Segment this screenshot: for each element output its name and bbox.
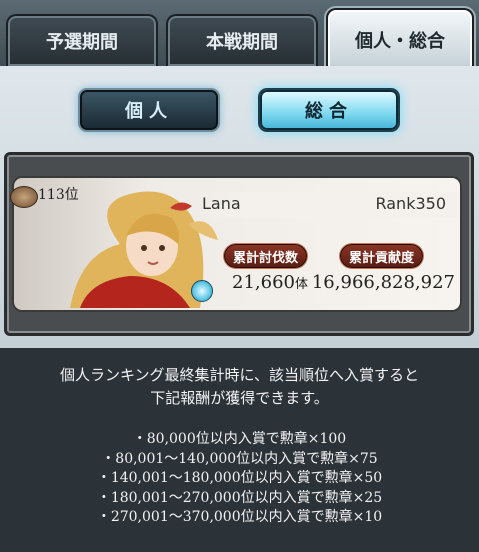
medal-icon	[10, 186, 38, 208]
description-line: 下記報酬が獲得できます。	[150, 389, 329, 407]
player-rank: Rank350	[375, 194, 446, 213]
water-orb-icon	[191, 280, 213, 302]
reward-item: ・80,000位以内入賞で勲章×100	[132, 431, 347, 447]
reward-item: ・270,001〜370,000位以内入賞で勲章×10	[96, 509, 383, 525]
reward-list: ・80,000位以内入賞で勲章×100 ・80,001〜140,000位以内入賞…	[0, 430, 479, 528]
total-contribution-value: 16,966,828,927	[311, 272, 455, 293]
description-line: 個人ランキング最終集計時に、該当順位へ入賞すると	[59, 366, 420, 384]
total-defeats-label: 累計討伐数	[224, 244, 308, 268]
reward-item: ・140,001〜180,000位以内入賞で勲章×50	[96, 470, 383, 486]
rank-position: 113位	[38, 187, 79, 203]
tab-main-period[interactable]: 本戦期間	[166, 14, 318, 66]
reward-description: 個人ランキング最終集計時に、該当順位へ入賞すると 下記報酬が獲得できます。	[0, 364, 479, 410]
player-name: Lana	[202, 194, 241, 213]
tab-individual-overall[interactable]: 個人・総合	[326, 8, 474, 70]
defeats-unit: 体	[294, 277, 308, 292]
individual-button[interactable]: 個人	[80, 90, 218, 130]
total-defeats-value: 21,660体	[232, 272, 308, 293]
reward-item: ・180,001〜270,000位以内入賞で勲章×25	[96, 489, 383, 506]
total-contribution-label: 累計貢献度	[340, 244, 424, 268]
reward-item: ・80,001〜140,000位以内入賞で勲章×75	[101, 450, 378, 467]
overall-button[interactable]: 総合	[260, 90, 398, 130]
tab-preliminary-period[interactable]: 予選期間	[6, 14, 158, 66]
